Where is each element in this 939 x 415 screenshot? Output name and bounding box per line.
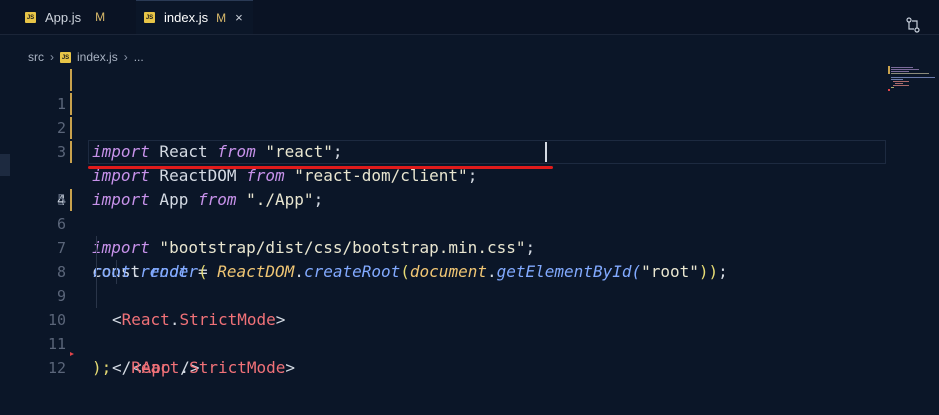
modified-gutter-marker (70, 141, 72, 163)
tag-token: React (131, 358, 180, 377)
tab-bar: JS App.js M JS index.js M × (0, 0, 939, 35)
tab-index-js[interactable]: JS index.js M × (136, 0, 253, 34)
breadcrumb-folder[interactable]: src (28, 50, 44, 64)
modified-gutter-marker (70, 189, 72, 211)
tag-token: StrictMode (189, 358, 286, 377)
current-line-highlight (88, 140, 886, 164)
modified-badge: M (95, 10, 106, 24)
modified-badge: M (216, 10, 227, 25)
minimap[interactable] (888, 66, 938, 96)
code-line: 3 import App from "./App"; (0, 116, 939, 209)
code-line: 1 import React from "react"; (0, 68, 939, 161)
tab-label: index.js (164, 10, 209, 25)
indent-guide (96, 236, 97, 260)
modified-gutter-marker (70, 93, 72, 115)
code-editor[interactable]: 1 import React from "react"; 2 import Re… (0, 66, 939, 415)
punctuation-token: </ (112, 358, 132, 377)
punctuation-token: > (285, 358, 296, 377)
breadcrumb: src › JS index.js › ... (28, 48, 144, 66)
text-caret (545, 142, 547, 162)
breadcrumb-file[interactable]: index.js (77, 50, 118, 64)
tab-label: App.js (45, 9, 82, 25)
chevron-right-icon: › (123, 50, 128, 64)
code-line: 5 (0, 164, 939, 209)
indent-guide (116, 260, 117, 284)
code-line: 6 const root = ReactDOM.createRoot(docum… (0, 188, 939, 281)
tab-app-js[interactable]: JS App.js M (17, 0, 131, 34)
punctuation-token: . (179, 358, 190, 377)
code-line: 7 root.render( (0, 212, 939, 281)
line-number: 12 (47, 359, 66, 377)
modified-gutter-marker (70, 69, 72, 91)
compare-changes-icon[interactable] (905, 17, 921, 33)
code-line: 10 </React.StrictMode> (0, 284, 939, 377)
code-line: 2 import ReactDOM from "react-dom/client… (0, 92, 939, 185)
indent-guide (96, 260, 97, 284)
code-line: 12 (0, 332, 939, 377)
js-file-icon: JS (144, 12, 155, 23)
code-line: 8 <React.StrictMode> (0, 236, 939, 329)
breadcrumb-more[interactable]: ... (134, 50, 144, 64)
deleted-line-marker-icon (70, 352, 74, 356)
code-line: 9 <App /> (0, 260, 939, 377)
indent-guide (96, 284, 97, 308)
close-icon[interactable]: × (235, 10, 243, 25)
chevron-right-icon: › (50, 50, 54, 64)
js-file-icon: JS (60, 51, 71, 63)
modified-gutter-marker (70, 117, 72, 139)
punctuation-token: ); (92, 358, 112, 377)
code-line: 11 ); (0, 308, 939, 377)
code-line-current: 4 import "bootstrap/dist/css/bootstrap.m… (0, 140, 939, 257)
js-file-icon: JS (25, 11, 36, 23)
